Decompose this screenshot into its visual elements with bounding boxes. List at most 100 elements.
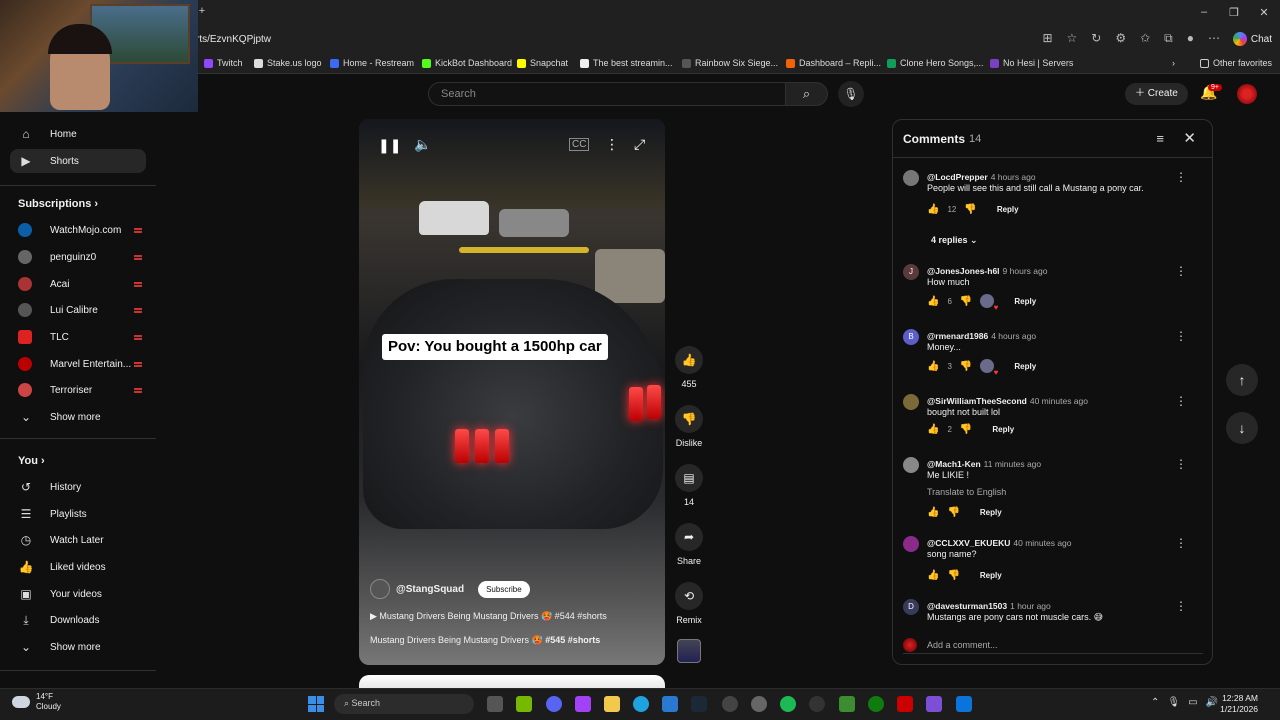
- reply-button[interactable]: Reply: [997, 205, 1019, 214]
- show-more-subscriptions[interactable]: ⌄ Show more: [10, 405, 146, 429]
- more-vert-icon[interactable]: ⋮: [1175, 536, 1187, 550]
- thumbs-up-icon[interactable]: 👍: [927, 570, 939, 581]
- thumbs-down-icon[interactable]: 👎: [947, 570, 959, 581]
- remix-button[interactable]: ⟲ Remix: [673, 582, 705, 625]
- nvidia-icon[interactable]: [516, 696, 532, 712]
- channel-avatar[interactable]: [370, 579, 390, 599]
- share-button[interactable]: ➦ Share: [673, 523, 705, 566]
- taskbar-search[interactable]: ⌕ Search: [334, 694, 474, 714]
- show-more-you[interactable]: ⌄ Show more: [10, 635, 146, 659]
- steam-icon[interactable]: [691, 696, 707, 712]
- dislike-button[interactable]: 👎 Dislike: [673, 405, 705, 448]
- thumbs-down-icon[interactable]: 👎: [964, 204, 976, 215]
- more-icon[interactable]: ⋯: [1208, 31, 1220, 46]
- thumbs-down-icon[interactable]: 👎: [960, 424, 972, 435]
- translate-link[interactable]: Translate to English: [927, 487, 1006, 497]
- reply-button[interactable]: Reply: [992, 425, 1014, 434]
- channel-name[interactable]: @StangSquad: [396, 584, 464, 595]
- commenter-avatar[interactable]: [903, 457, 919, 473]
- sidebar-item-watch-later[interactable]: ◷ Watch Later: [10, 528, 146, 552]
- create-button[interactable]: ＋ Create: [1125, 83, 1188, 105]
- commenter-avatar[interactable]: J: [903, 264, 919, 280]
- windows-start-icon[interactable]: [308, 696, 324, 712]
- 4k-app-icon[interactable]: [809, 696, 825, 712]
- more-vert-icon[interactable]: ⋮: [605, 136, 619, 153]
- task-view-icon[interactable]: [487, 696, 503, 712]
- other-favorites[interactable]: Other favorites: [1200, 58, 1272, 68]
- bookmark-snapchat[interactable]: Snapchat: [517, 58, 568, 68]
- bookmark-r6[interactable]: Rainbow Six Siege...: [682, 58, 778, 68]
- subscription-item[interactable]: TLC: [18, 327, 142, 347]
- comment-author[interactable]: @CCLXXV_EKUEKU 40 minutes ago: [927, 538, 1072, 548]
- thumbs-up-icon[interactable]: 👍: [927, 361, 939, 372]
- video-hashtags[interactable]: #545 #shorts: [545, 635, 600, 645]
- captions-icon[interactable]: CC: [569, 138, 590, 151]
- next-short-button[interactable]: ↓: [1226, 412, 1258, 444]
- app-red-icon[interactable]: [897, 696, 913, 712]
- file-explorer-icon[interactable]: [604, 696, 620, 712]
- sidebar-item-home[interactable]: ⌂ Home: [10, 122, 146, 146]
- minimize-icon[interactable]: –: [1194, 6, 1214, 18]
- fullscreen-icon[interactable]: ⤢: [634, 136, 645, 153]
- edge-icon[interactable]: [633, 696, 649, 712]
- search-input[interactable]: Search: [428, 82, 786, 106]
- comments-button[interactable]: ▤ 14: [673, 464, 705, 507]
- commenter-avatar[interactable]: [903, 394, 919, 410]
- maximize-icon[interactable]: ❐: [1224, 6, 1244, 19]
- bookmark-restream[interactable]: Home - Restream: [330, 58, 414, 68]
- sound-thumbnail[interactable]: [677, 639, 701, 663]
- subscription-item[interactable]: Marvel Entertain...: [18, 354, 142, 374]
- chevron-up-icon[interactable]: ⌃: [1151, 697, 1159, 708]
- bookmark-no-hesi[interactable]: No Hesi | Servers: [990, 58, 1073, 68]
- thumbs-down-icon[interactable]: 👎: [947, 507, 959, 518]
- obs-icon[interactable]: [722, 696, 738, 712]
- subscriptions-heading[interactable]: Subscriptions ›: [18, 198, 98, 210]
- commenter-avatar[interactable]: [903, 536, 919, 552]
- sidebar-item-history[interactable]: ↺ History: [10, 475, 146, 499]
- more-vert-icon[interactable]: ⋮: [1175, 599, 1187, 613]
- sidebar-item-liked-videos[interactable]: 👍 Liked videos: [10, 555, 146, 579]
- microphone-icon[interactable]: 🎙: [1167, 697, 1180, 708]
- settings-icon[interactable]: [751, 696, 767, 712]
- thumbs-up-icon[interactable]: 👍: [927, 204, 939, 215]
- subscription-item[interactable]: penguinz0: [18, 247, 142, 267]
- reply-button[interactable]: Reply: [1014, 297, 1036, 306]
- you-heading[interactable]: You ›: [18, 455, 45, 467]
- commenter-avatar[interactable]: [903, 170, 919, 186]
- sidebar-item-your-videos[interactable]: ▣ Your videos: [10, 582, 146, 606]
- bookmark-replit[interactable]: Dashboard – Repli...: [786, 58, 881, 68]
- thumbs-down-icon[interactable]: 👎: [960, 361, 972, 372]
- subscribe-button[interactable]: Subscribe: [478, 580, 530, 598]
- volume-icon[interactable]: 🔈: [414, 136, 431, 153]
- replies-toggle[interactable]: 4 replies ⌄: [931, 235, 978, 246]
- thumbs-up-icon[interactable]: 👍: [927, 507, 939, 518]
- url-text[interactable]: rts/EzvnKQPjptw: [196, 34, 271, 45]
- network-icon[interactable]: ▭: [1188, 697, 1197, 708]
- like-button[interactable]: 👍 455: [673, 346, 705, 389]
- subscription-item[interactable]: Lui Calibre: [18, 300, 142, 320]
- app-purple-icon[interactable]: [926, 696, 942, 712]
- copilot-chat-button[interactable]: Chat: [1232, 32, 1272, 46]
- thumbs-up-icon[interactable]: 👍: [927, 424, 939, 435]
- commenter-avatar[interactable]: B: [903, 329, 919, 345]
- thumbs-up-icon[interactable]: 👍: [927, 296, 939, 307]
- store-icon[interactable]: [662, 696, 678, 712]
- subscription-item[interactable]: Acai: [18, 274, 142, 294]
- comment-author[interactable]: @Mach1-Ken 11 minutes ago: [927, 459, 1041, 469]
- account-avatar[interactable]: [1237, 84, 1257, 104]
- extensions-icon[interactable]: ⚙: [1115, 31, 1126, 46]
- spotify-icon[interactable]: [780, 696, 796, 712]
- subscription-item[interactable]: Terroriser: [18, 380, 142, 400]
- taskbar-clock[interactable]: 12:28 AM 1/21/2026: [1220, 693, 1258, 715]
- more-vert-icon[interactable]: ⋮: [1175, 264, 1187, 278]
- bookmark-streaming[interactable]: The best streamin...: [580, 58, 673, 68]
- close-icon[interactable]: ✕: [1183, 129, 1196, 147]
- comment-author[interactable]: @JonesJones-h6l 9 hours ago: [927, 266, 1047, 276]
- comment-author[interactable]: @LocdPrepper 4 hours ago: [927, 172, 1036, 182]
- previous-short-button[interactable]: ↑: [1226, 364, 1258, 396]
- bookmark-twitch[interactable]: Twitch: [204, 58, 243, 68]
- bookmark-clone-hero[interactable]: Clone Hero Songs,...: [887, 58, 984, 68]
- bookmarks-overflow-icon[interactable]: ›: [1172, 58, 1175, 68]
- microphone-icon[interactable]: 🎙: [838, 81, 864, 107]
- reply-button[interactable]: Reply: [980, 571, 1002, 580]
